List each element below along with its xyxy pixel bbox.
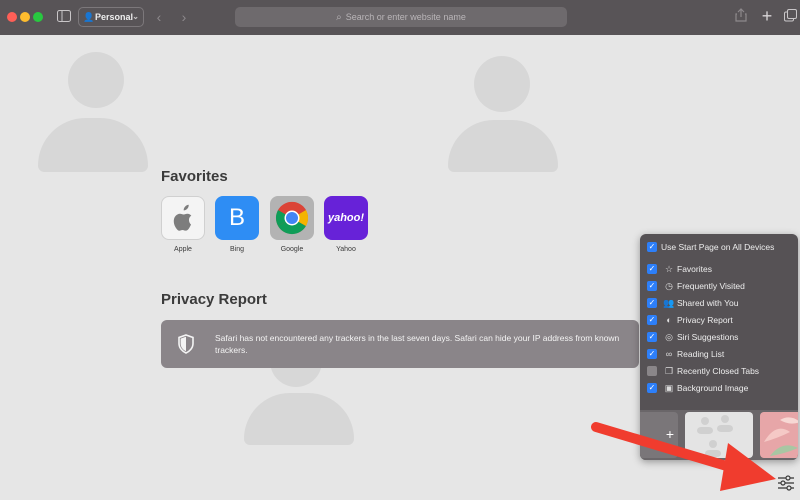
favorite-apple[interactable]: Apple xyxy=(161,196,205,253)
toolbar: 👤 Personal ⌄ ‹ › ⌕ Search or enter websit… xyxy=(0,0,800,35)
favorite-yahoo[interactable]: yahoo! Yahoo xyxy=(324,196,368,253)
address-placeholder: Search or enter website name xyxy=(345,12,466,22)
option-background-image[interactable]: ✓ ▣ Background Image xyxy=(647,381,797,395)
forward-button[interactable]: › xyxy=(177,8,191,26)
person-icon: 👤 xyxy=(83,12,95,22)
back-button[interactable]: ‹ xyxy=(152,8,166,26)
shield-icon: ◐ xyxy=(666,315,672,325)
close-window-button[interactable] xyxy=(7,12,17,22)
address-bar[interactable]: ⌕ Search or enter website name xyxy=(235,7,567,27)
tabs-icon: ❐ xyxy=(664,366,674,376)
new-tab-button[interactable]: + xyxy=(759,7,775,25)
option-label: Use Start Page on All Devices xyxy=(661,242,775,252)
clock-icon: ◷ xyxy=(665,281,673,291)
checkbox-checked[interactable]: ✓ xyxy=(647,242,657,252)
option-shared-with-you[interactable]: ✓ 👥 Shared with You xyxy=(647,296,797,310)
option-use-start-page-all-devices[interactable]: ✓ Use Start Page on All Devices xyxy=(647,240,797,254)
checkbox-checked[interactable]: ✓ xyxy=(647,298,657,308)
option-label: Shared with You xyxy=(677,298,739,308)
chrome-logo-icon xyxy=(270,196,314,240)
checkbox-checked[interactable]: ✓ xyxy=(647,315,657,325)
sidebar-toggle-icon[interactable] xyxy=(56,8,72,26)
profile-label: Personal xyxy=(95,12,134,22)
image-icon: ▣ xyxy=(664,383,674,393)
minimize-window-button[interactable] xyxy=(20,12,30,22)
option-privacy-report[interactable]: ✓ ◐ Privacy Report xyxy=(647,313,797,327)
privacy-report-message: Safari has not encountered any trackers … xyxy=(215,333,620,355)
tab-overview-button[interactable] xyxy=(783,8,797,26)
checkbox-checked[interactable]: ✓ xyxy=(647,383,657,393)
people-icon: 👥 xyxy=(663,298,675,308)
favorites-heading: Favorites xyxy=(161,168,228,185)
profile-switcher[interactable]: 👤 Personal ⌄ xyxy=(78,7,144,27)
privacy-report-card[interactable]: Safari has not encountered any trackers … xyxy=(161,320,639,368)
apple-logo-icon xyxy=(161,196,205,240)
zoom-window-button[interactable] xyxy=(33,12,43,22)
share-button[interactable] xyxy=(733,8,749,26)
background-silhouette-body xyxy=(38,118,148,172)
favorite-bing[interactable]: B Bing xyxy=(215,196,259,253)
checkbox-unchecked[interactable] xyxy=(647,366,657,376)
option-recently-closed-tabs[interactable]: ❐ Recently Closed Tabs xyxy=(647,364,797,378)
option-label: Privacy Report xyxy=(677,315,733,325)
option-reading-list[interactable]: ✓ ∞ Reading List xyxy=(647,347,797,361)
option-label: Reading List xyxy=(677,349,725,359)
favorite-label: Bing xyxy=(229,246,244,253)
background-silhouette-head xyxy=(474,56,530,112)
option-label: Favorites xyxy=(677,264,712,274)
shield-icon xyxy=(177,334,195,354)
checkbox-checked[interactable]: ✓ xyxy=(647,281,657,291)
option-frequently-visited[interactable]: ✓ ◷ Frequently Visited xyxy=(647,279,797,293)
option-favorites[interactable]: ✓ ☆ Favorites xyxy=(647,262,797,276)
favorite-label: Yahoo xyxy=(336,246,356,253)
checkbox-checked[interactable]: ✓ xyxy=(647,332,657,342)
yahoo-tile: yahoo! xyxy=(324,196,368,240)
star-icon: ☆ xyxy=(664,264,674,274)
background-silhouette-body xyxy=(448,120,558,172)
favorite-label: Google xyxy=(280,246,304,253)
favorite-google[interactable]: Google xyxy=(270,196,314,253)
option-label: Background Image xyxy=(677,383,749,393)
checkbox-checked[interactable]: ✓ xyxy=(647,264,657,274)
background-silhouette-body xyxy=(244,393,354,445)
checkbox-checked[interactable]: ✓ xyxy=(647,349,657,359)
favorite-label: Apple xyxy=(174,246,192,253)
option-label: Siri Suggestions xyxy=(677,332,739,342)
glasses-icon: ∞ xyxy=(665,349,673,359)
background-silhouette-head xyxy=(68,52,124,108)
chevron-down-icon: ⌄ xyxy=(132,12,139,21)
option-siri-suggestions[interactable]: ✓ ◎ Siri Suggestions xyxy=(647,330,797,344)
privacy-report-heading: Privacy Report xyxy=(161,291,267,308)
option-label: Recently Closed Tabs xyxy=(677,366,760,376)
siri-icon: ◎ xyxy=(665,332,673,342)
annotation-arrow-icon xyxy=(590,415,790,495)
option-label: Frequently Visited xyxy=(677,281,745,291)
search-icon: ⌕ xyxy=(336,12,342,23)
bing-tile: B xyxy=(215,196,259,240)
